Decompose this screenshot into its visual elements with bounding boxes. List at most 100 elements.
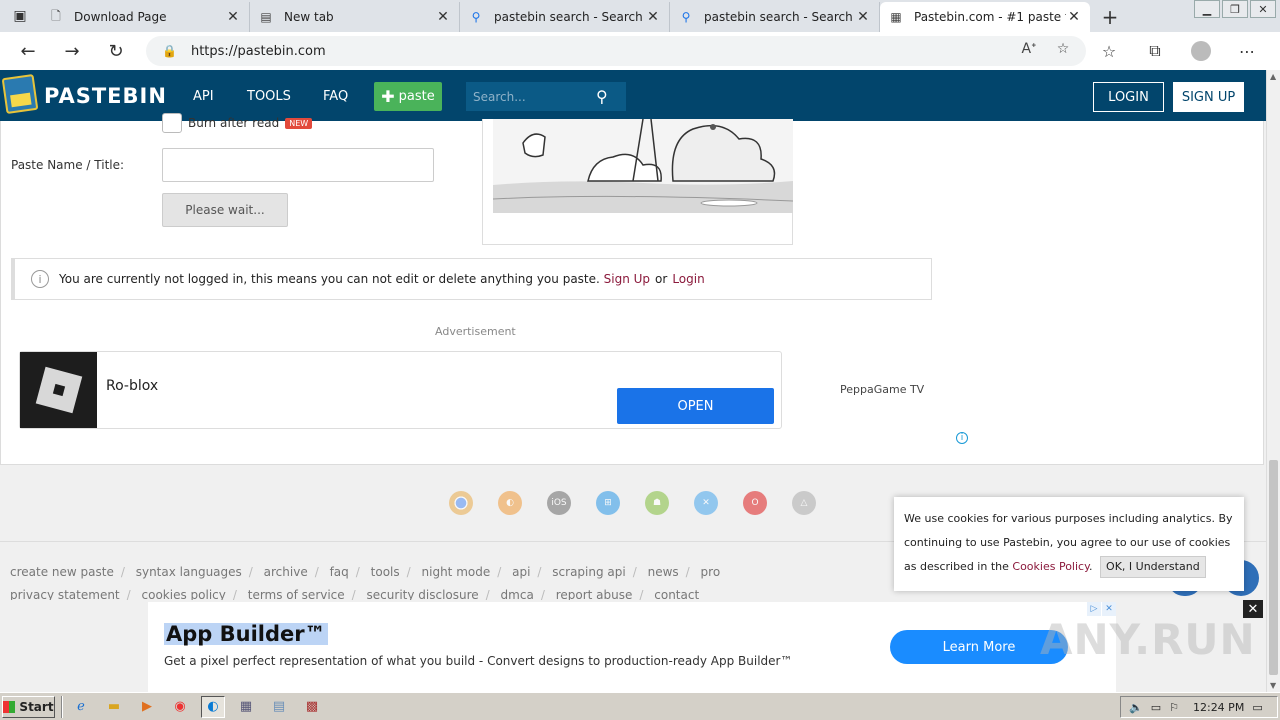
favorites-icon[interactable]: ☆ (1086, 36, 1132, 66)
footer-links-row2: privacy statement / cookies policy / terms… (10, 588, 700, 600)
page-icon: 🗋 (51, 8, 61, 23)
restore-icon[interactable]: ❐ (1222, 0, 1248, 18)
show-desktop-icon[interactable]: ▭ (1252, 701, 1262, 714)
back-icon[interactable]: ← (6, 32, 50, 70)
footer-link[interactable]: report abuse (556, 588, 633, 600)
nav-tools[interactable]: TOOLS (247, 89, 291, 104)
close-tab-icon[interactable]: ✕ (855, 9, 871, 25)
footer-link[interactable]: cookies policy (142, 588, 226, 600)
folder-icon[interactable]: ▬ (102, 696, 126, 718)
vertical-scrollbar[interactable]: ▲ ▼ (1266, 70, 1280, 692)
tab-pastebin[interactable]: ▦ Pastebin.com - #1 paste t ✕ (880, 2, 1090, 32)
tab-search-2[interactable]: ⚲ pastebin search - Search ✕ (670, 2, 880, 32)
footer-link[interactable]: tools (371, 565, 400, 579)
close-tab-icon[interactable]: ✕ (225, 9, 241, 25)
close-tab-icon[interactable]: ✕ (645, 9, 661, 25)
footer-link[interactable]: scraping api (552, 565, 625, 579)
footer-link[interactable]: security disclosure (367, 588, 479, 600)
burn-after-read-checkbox[interactable] (162, 113, 182, 133)
cookie-accept-button[interactable]: OK, I Understand (1100, 556, 1206, 578)
footer-link[interactable]: syntax languages (136, 565, 242, 579)
footer-link[interactable]: archive (264, 565, 308, 579)
more-menu-icon[interactable]: ⋯ (1224, 36, 1270, 66)
new-tab-button[interactable]: + (1090, 2, 1130, 32)
minimize-icon[interactable]: ▁ (1194, 0, 1220, 18)
tab-search-1[interactable]: ⚲ pastebin search - Search ✕ (460, 2, 670, 32)
ad-side-text[interactable]: PeppaGame TV (840, 383, 924, 396)
footer-link[interactable]: night mode (422, 565, 491, 579)
tab-label: pastebin search - Search (704, 10, 853, 24)
tab-new-tab[interactable]: ▤ New tab ✕ (250, 2, 460, 32)
ios-icon[interactable]: iOS (547, 491, 571, 515)
close-tab-icon[interactable]: ✕ (1066, 9, 1082, 25)
opera-icon[interactable]: O (743, 491, 767, 515)
app-ad-card[interactable]: Ro-blox OPEN (19, 351, 782, 429)
start-button[interactable]: Start (2, 695, 55, 718)
refresh-icon[interactable]: ↻ (94, 32, 138, 70)
clock[interactable]: 12:24 PM (1193, 701, 1244, 714)
close-window-icon[interactable]: ✕ (1250, 0, 1276, 18)
volume-icon[interactable]: 🔈 (1129, 701, 1143, 714)
paste-name-input[interactable] (162, 148, 434, 182)
scroll-down-icon[interactable]: ▼ (1270, 681, 1276, 690)
notepad-taskbar-icon[interactable]: ▤ (267, 696, 291, 718)
chrome-icon[interactable] (449, 491, 473, 515)
close-tab-icon[interactable]: ✕ (435, 9, 451, 25)
signup-button[interactable]: SIGN UP (1173, 82, 1244, 112)
ad-illustration[interactable] (482, 119, 793, 245)
search-icon: ⚲ (471, 10, 481, 24)
add-favorite-icon[interactable]: ☆ (1046, 41, 1080, 57)
scrollbar-thumb[interactable] (1269, 460, 1278, 675)
scroll-up-icon[interactable]: ▲ (1270, 72, 1276, 81)
linux-icon[interactable]: △ (792, 491, 816, 515)
footer-link[interactable]: terms of service (248, 588, 345, 600)
read-aloud-icon[interactable]: Aᐩ (1012, 41, 1046, 57)
nav-api[interactable]: API (193, 89, 214, 104)
new-paste-button[interactable]: ✚ paste (374, 82, 442, 111)
footer-link[interactable]: faq (330, 565, 349, 579)
nav-faq[interactable]: FAQ (323, 89, 348, 104)
network-icon[interactable]: ▭ (1151, 701, 1161, 714)
notice-signup-link[interactable]: Sign Up (604, 272, 650, 286)
profile-icon[interactable] (1178, 36, 1224, 66)
create-paste-button[interactable]: Please wait... (162, 193, 288, 227)
paste-form-panel: Burn after read NEW Paste Name / Title: … (0, 113, 1264, 465)
footer-link[interactable]: contact (654, 588, 699, 600)
url-field[interactable]: 🔒 https://pastebin.com Aᐩ ☆ (146, 36, 1086, 66)
search-icon[interactable]: ⚲ (596, 87, 608, 106)
ad-open-button[interactable]: OPEN (617, 388, 774, 424)
app-taskbar-icon[interactable]: ▦ (234, 696, 258, 718)
chrome-taskbar-icon[interactable]: ◉ (168, 696, 192, 718)
footer-link[interactable]: privacy statement (10, 588, 120, 600)
footer-link[interactable]: dmca (501, 588, 534, 600)
cartoon-scene-image (493, 119, 793, 213)
site-brand[interactable]: PASTEBIN (44, 84, 167, 108)
forward-icon[interactable]: → (50, 32, 94, 70)
firefox-icon[interactable]: ◐ (498, 491, 522, 515)
media-player-icon[interactable]: ▶ (135, 696, 159, 718)
windows-icon[interactable]: ⊞ (596, 491, 620, 515)
ie-icon[interactable]: ℯ (69, 696, 93, 718)
ad-info-icon[interactable]: ▷ (1087, 602, 1101, 616)
tab-download-page[interactable]: 🗋 Download Page ✕ (40, 2, 250, 32)
footer-link[interactable]: api (512, 565, 530, 579)
edge-taskbar-icon[interactable]: ◐ (201, 695, 225, 718)
ad-close-icon[interactable]: ✕ (1102, 602, 1116, 616)
x-icon[interactable]: ✕ (694, 491, 718, 515)
flag-tray-icon[interactable]: ⚐ (1169, 701, 1179, 714)
adchoices-icon[interactable]: i (956, 432, 968, 444)
footer-link[interactable]: news (648, 565, 679, 579)
android-icon[interactable]: ☗ (645, 491, 669, 515)
pastebin-logo-icon[interactable] (1, 73, 39, 115)
footer-link[interactable]: pro (701, 565, 721, 579)
collections-icon[interactable]: ⧉ (1132, 36, 1178, 66)
bottom-ad-banner[interactable]: App Builder™ Get a pixel perfect represe… (148, 602, 1116, 692)
archive-taskbar-icon[interactable]: ▩ (300, 696, 324, 718)
tab-actions-icon[interactable]: ▣ (0, 0, 40, 32)
burn-after-read-label: Burn after read (188, 116, 280, 130)
search-input[interactable] (466, 89, 596, 104)
cookies-policy-link[interactable]: Cookies Policy (1012, 560, 1089, 573)
footer-link[interactable]: create new paste (10, 565, 114, 579)
login-button[interactable]: LOGIN (1093, 82, 1164, 112)
notice-login-link[interactable]: Login (672, 272, 704, 286)
